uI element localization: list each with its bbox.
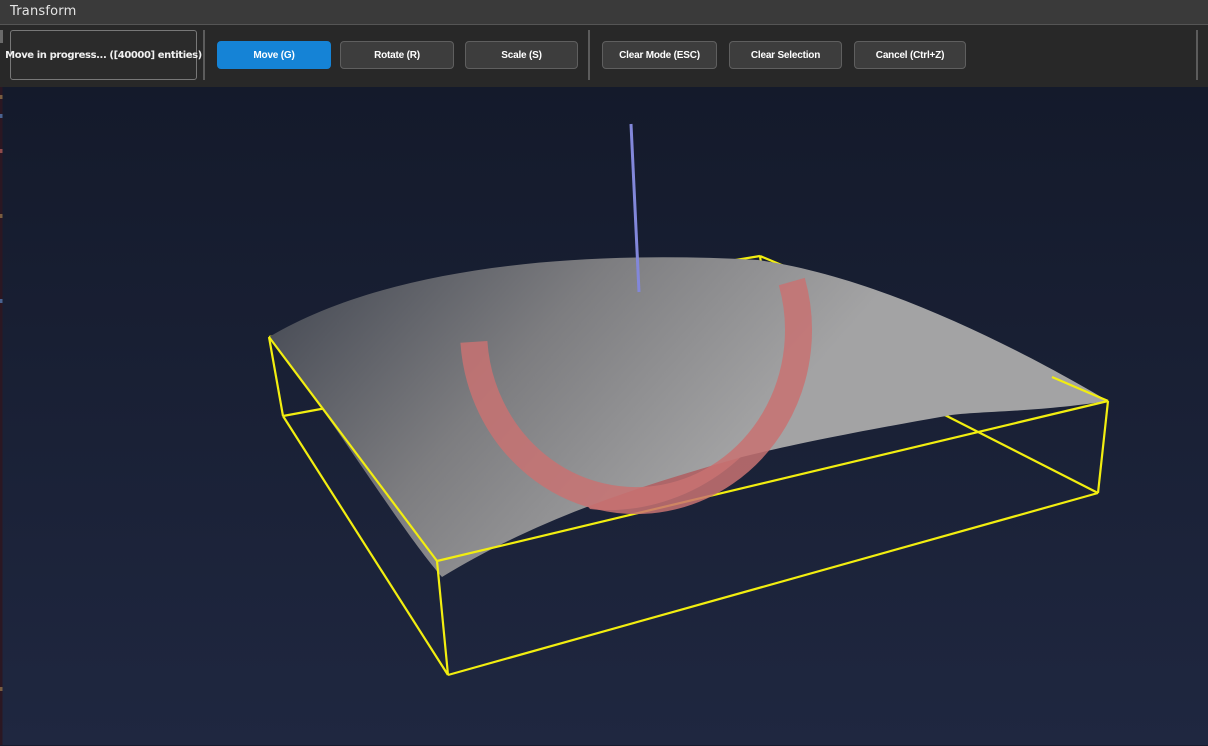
viewport-3d[interactable] — [0, 87, 1208, 745]
viewport-canvas[interactable] — [0, 87, 1208, 745]
toolbar-separator — [203, 30, 205, 80]
transform-toolbar: Move in progress... ([40000] entities) M… — [0, 25, 1208, 87]
clear-selection-button[interactable]: Clear Selection — [729, 41, 842, 69]
move-button[interactable]: Move (G) — [217, 41, 331, 69]
toolbar-separator — [588, 30, 590, 80]
status-box: Move in progress... ([40000] entities) — [10, 30, 197, 80]
status-text: Move in progress... ([40000] entities) — [5, 50, 202, 61]
window-title: Transform — [10, 4, 76, 19]
rotate-button[interactable]: Rotate (R) — [340, 41, 454, 69]
cancel-button[interactable]: Cancel (Ctrl+Z) — [854, 41, 966, 69]
window-titlebar: Transform — [0, 0, 1208, 25]
clear-mode-button[interactable]: Clear Mode (ESC) — [602, 41, 717, 69]
toolbar-separator — [1196, 30, 1198, 80]
scale-button[interactable]: Scale (S) — [465, 41, 578, 69]
panel-edge-strip — [0, 87, 3, 745]
panel-edge-notch — [0, 30, 3, 43]
